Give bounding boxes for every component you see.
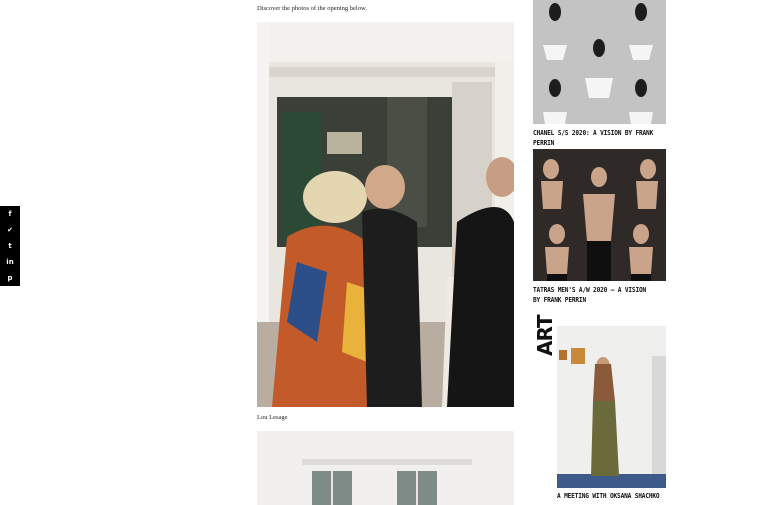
second-event-photo [257, 431, 514, 505]
facebook-icon: f [8, 210, 12, 218]
social-share-bar: f ✔ t in p [0, 206, 20, 286]
tumblr-share-button[interactable]: t [0, 238, 20, 254]
pinterest-share-button[interactable]: p [0, 270, 20, 286]
section-label-art: ART [531, 315, 557, 358]
main-event-photo [257, 22, 514, 407]
linkedin-share-button[interactable]: in [0, 254, 20, 270]
intro-text: Discover the photos of the opening below… [257, 5, 367, 12]
sidebar-item-tatras-title[interactable]: TATRAS MEN'S A/W 2020 – A VISION BY FRAN… [533, 285, 654, 305]
pinterest-icon: p [7, 274, 13, 282]
sidebar-item-chanel-image[interactable] [533, 0, 666, 124]
section-label-art-text: ART [533, 315, 557, 356]
twitter-icon: ✔ [7, 226, 13, 234]
linkedin-icon: in [6, 258, 14, 266]
sidebar-item-tatras-image[interactable] [533, 149, 666, 281]
facebook-share-button[interactable]: f [0, 206, 20, 222]
photo-caption: Lou Lesage [257, 414, 288, 421]
sidebar-item-oksana-image[interactable] [557, 326, 666, 488]
sidebar-item-oksana-title[interactable]: A MEETING WITH OKSANA SHACHKO [557, 491, 667, 501]
twitter-share-button[interactable]: ✔ [0, 222, 20, 238]
tumblr-icon: t [8, 242, 12, 250]
sidebar-item-chanel-title[interactable]: CHANEL S/S 2020: A VISION BY FRANK PERRI… [533, 128, 665, 148]
